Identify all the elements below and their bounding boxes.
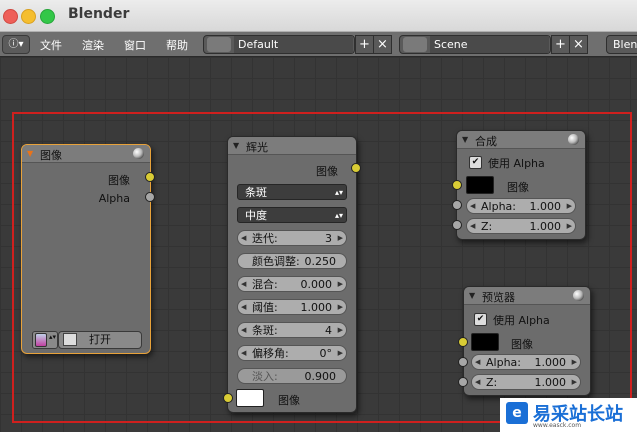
menu-render[interactable]: 渲染	[82, 37, 104, 53]
scene-dropdown[interactable]: Scene	[399, 35, 551, 54]
scene-icon	[403, 37, 427, 52]
screen-layout-value[interactable]: Default	[234, 36, 353, 53]
watermark-logo-icon: e	[506, 402, 528, 424]
menu-help[interactable]: 帮助	[166, 37, 188, 53]
menu-file[interactable]: 文件	[40, 37, 62, 53]
editor-type-button[interactable]: ⓘ▾	[2, 35, 30, 54]
layout-icon	[207, 37, 231, 52]
minimize-window-button[interactable]	[21, 9, 36, 24]
watermark-url: www.easck.com	[533, 422, 582, 429]
remove-layout-button[interactable]: ×	[373, 35, 392, 54]
zoom-window-button[interactable]	[40, 9, 55, 24]
close-window-button[interactable]	[3, 9, 18, 24]
render-engine-dropdown[interactable]: Blen	[606, 35, 637, 54]
watermark: e 易采站长站 www.easck.com	[500, 398, 637, 432]
scene-value[interactable]: Scene	[430, 36, 549, 53]
add-layout-button[interactable]: +	[355, 35, 374, 54]
menu-window[interactable]: 窗口	[124, 37, 146, 53]
info-header: ⓘ▾ 文件 渲染 窗口 帮助 Default + × Scene + × Ble…	[0, 32, 637, 57]
remove-scene-button[interactable]: ×	[569, 35, 588, 54]
highlight-box	[12, 112, 632, 423]
window-title: Blender	[68, 6, 130, 22]
screen-layout-dropdown[interactable]: Default	[203, 35, 355, 54]
add-scene-button[interactable]: +	[551, 35, 570, 54]
window-titlebar: Blender	[0, 0, 637, 32]
